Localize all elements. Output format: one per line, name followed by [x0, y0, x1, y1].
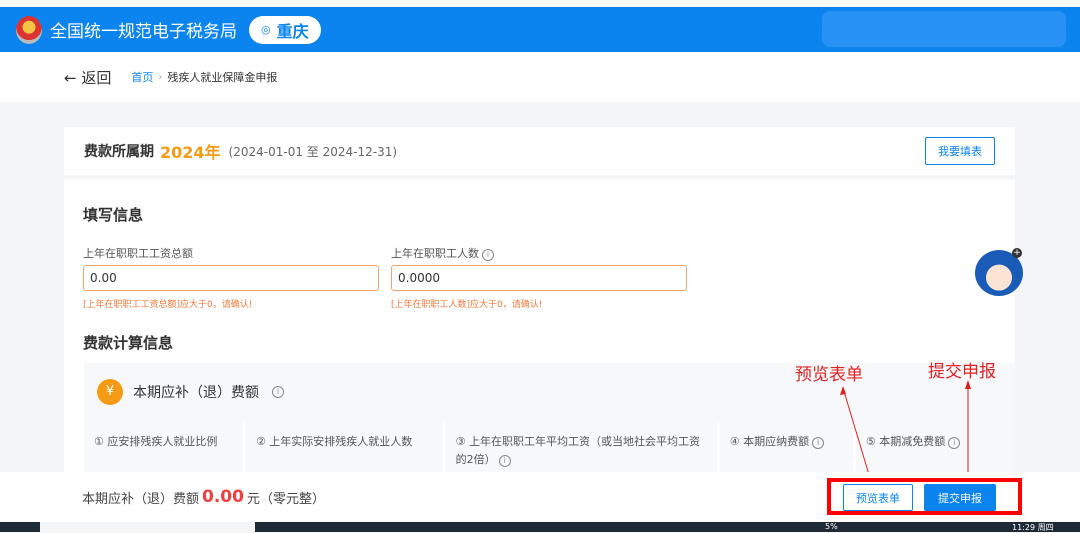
footer-label: 本期应补（退）费额 — [82, 491, 200, 507]
footer-unit: 元 — [246, 491, 260, 507]
taskbar-left — [0, 522, 40, 532]
taskbar: 5% 11:29 周四 — [255, 522, 1080, 532]
preview-form-button[interactable]: 预览表单 — [843, 484, 913, 511]
battery-level: 5% — [825, 522, 838, 531]
annotation-arrows — [840, 380, 971, 479]
footer-amount: 0.00 — [202, 487, 244, 507]
footer-amount-words: （零元整） — [259, 491, 325, 507]
clock: 11:29 周四 — [1012, 523, 1054, 532]
submit-declaration-button[interactable]: 提交申报 — [924, 484, 996, 511]
